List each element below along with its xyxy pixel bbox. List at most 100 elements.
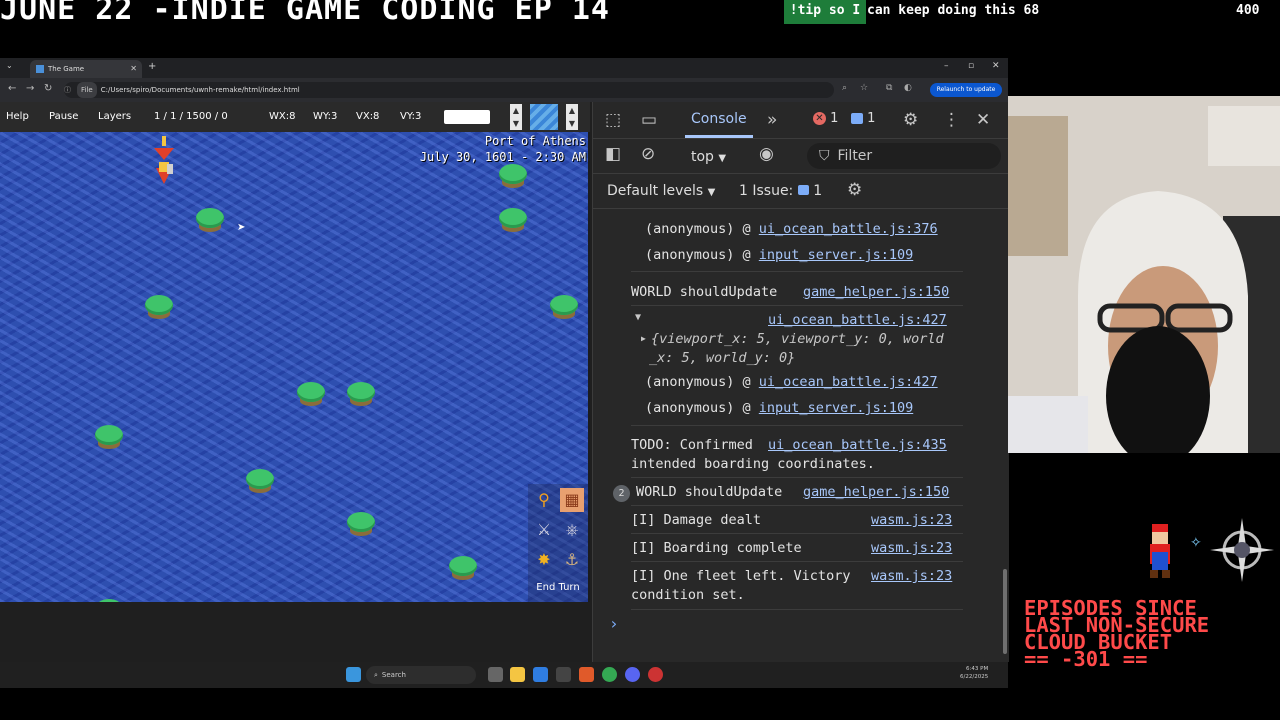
obs-icon[interactable] <box>648 667 663 682</box>
chevron-down-icon: ▼ <box>707 187 716 198</box>
episodes-counter: EPISODES SINCE LAST NON-SECURE CLOUD BUC… <box>1024 598 1280 670</box>
bookmark-star-icon[interactable]: ☆ <box>860 83 868 93</box>
island-icon[interactable] <box>499 164 528 190</box>
sidebar-toggle-icon[interactable]: ◧ <box>605 144 621 164</box>
island-icon[interactable] <box>347 381 376 408</box>
world-y-readout: WY:3 <box>313 111 338 122</box>
island-icon[interactable] <box>246 468 275 495</box>
log-message: [I] Damage dealt <box>631 512 762 528</box>
ocean-map[interactable]: Port of Athens July 30, 1601 - 2:30 AM ➤… <box>0 132 588 602</box>
mouse-cursor-icon: ➤ <box>237 222 246 233</box>
island-icon[interactable] <box>549 294 578 321</box>
close-devtools-icon[interactable]: ✕ <box>976 110 990 130</box>
terminal-icon[interactable] <box>556 667 571 682</box>
island-icon[interactable] <box>499 207 528 234</box>
log-object[interactable]: {viewport_x: 5, viewport_y: 0, world <box>651 331 944 347</box>
issues-link[interactable]: 1 Issue: 1 <box>739 183 822 199</box>
cannon-blast-icon[interactable]: ✸ <box>532 548 556 572</box>
layers-button[interactable]: Layers <box>98 102 131 132</box>
chrome-icon[interactable] <box>602 667 617 682</box>
close-tab-icon[interactable]: ✕ <box>130 60 137 78</box>
filter-input[interactable]: ⛉ Filter <box>807 143 1001 169</box>
app-icon[interactable] <box>579 667 594 682</box>
taskbar-clock[interactable]: 6:43 PM 6/22/2025 <box>960 665 988 681</box>
url-field[interactable]: ⓘ File C:/Users/spiro/Documents/uwnh-remak… <box>64 82 834 98</box>
map-icon[interactable]: ▦ <box>560 488 584 512</box>
console-prompt[interactable]: › <box>609 614 619 633</box>
outlook-icon[interactable] <box>533 667 548 682</box>
log-message: intended boarding coordinates. <box>631 456 875 472</box>
settings-gear-icon[interactable]: ⚙ <box>903 110 918 130</box>
minimize-icon[interactable]: – <box>944 61 949 71</box>
console-settings-gear-icon[interactable]: ⚙ <box>847 180 862 200</box>
source-link[interactable]: ui_ocean_battle.js:427 <box>768 312 947 328</box>
clear-console-icon[interactable]: ⊘ <box>641 144 655 164</box>
help-button[interactable]: Help <box>6 102 29 132</box>
taskbar-search[interactable]: ⌕ Search <box>366 666 476 684</box>
log-divider <box>631 561 963 562</box>
kebab-menu-icon[interactable]: ⋮ <box>943 110 960 130</box>
expand-triangle-icon[interactable]: ▼ <box>635 312 641 323</box>
new-tab-icon[interactable]: + <box>148 61 156 72</box>
scrollbar-thumb[interactable] <box>1003 569 1007 654</box>
maximize-icon[interactable]: ▫ <box>968 61 974 71</box>
source-link[interactable]: wasm.js:23 <box>871 512 952 528</box>
source-link[interactable]: game_helper.js:150 <box>803 484 949 500</box>
more-tabs-icon[interactable]: » <box>767 110 777 130</box>
reload-icon[interactable]: ↻ <box>44 83 52 94</box>
issue-counter[interactable]: 1 <box>851 111 875 126</box>
island-icon[interactable] <box>347 512 376 538</box>
tab-console[interactable]: Console <box>691 111 747 127</box>
player-ship-icon[interactable] <box>150 134 178 188</box>
source-link[interactable]: ui_ocean_battle.js:376 <box>759 221 938 237</box>
live-expression-eye-icon[interactable]: ◉ <box>759 144 774 164</box>
close-window-icon[interactable]: ✕ <box>992 61 1000 71</box>
island-icon[interactable] <box>145 294 174 321</box>
zoom-icon[interactable]: ⌕ <box>842 83 847 93</box>
zoom-up-icon[interactable]: ▲ <box>566 104 578 117</box>
spin-up-icon[interactable]: ▲ <box>510 104 522 117</box>
island-icon[interactable] <box>296 381 325 408</box>
back-icon[interactable]: ← <box>8 83 16 94</box>
error-counter[interactable]: ✕ 1 <box>813 111 838 126</box>
expand-object-icon[interactable]: ▶ <box>641 334 646 343</box>
pause-button[interactable]: Pause <box>49 102 78 132</box>
context-select[interactable]: top ▼ <box>691 149 726 165</box>
console-toolbar: ◧ ⊘ top ▼ ◉ ⛉ Filter <box>593 139 1009 174</box>
tab-menu-icon[interactable]: ⌄ <box>6 61 13 70</box>
task-view-icon[interactable] <box>488 667 503 682</box>
tab-the-game[interactable]: The Game ✕ <box>30 60 142 78</box>
inspect-element-icon[interactable]: ⬚ <box>605 110 621 130</box>
source-link[interactable]: input_server.js:109 <box>759 400 913 416</box>
island-icon[interactable] <box>195 207 224 234</box>
island-icon[interactable] <box>94 425 123 451</box>
source-link[interactable]: wasm.js:23 <box>871 540 952 556</box>
source-link[interactable]: ui_ocean_battle.js:435 <box>768 437 947 453</box>
minimap[interactable] <box>530 104 558 130</box>
default-levels-select[interactable]: Default levels ▼ <box>607 183 715 199</box>
source-link[interactable]: input_server.js:109 <box>759 247 913 263</box>
source-link[interactable]: ui_ocean_battle.js:427 <box>759 374 938 390</box>
start-icon[interactable] <box>346 667 361 682</box>
spyglass-icon[interactable]: ⚲ <box>532 488 556 512</box>
zoom-down-icon[interactable]: ▼ <box>566 117 578 130</box>
name-input[interactable] <box>444 110 490 124</box>
spin-down-icon[interactable]: ▼ <box>510 117 522 130</box>
log-stack-frame: (anonymous) @ input_server.js:109 <box>645 247 914 263</box>
discord-icon[interactable] <box>625 667 640 682</box>
forward-icon[interactable]: → <box>26 83 34 94</box>
end-turn-button[interactable]: End Turn <box>528 582 588 593</box>
extensions-icon[interactable]: ⧉ <box>886 83 892 93</box>
sword-icon[interactable]: ⚔ <box>532 518 556 542</box>
relaunch-button[interactable]: Relaunch to update <box>930 83 1002 97</box>
crew-icon[interactable]: ⚓ <box>560 548 584 572</box>
island-icon[interactable] <box>448 555 477 582</box>
file-explorer-icon[interactable] <box>510 667 525 682</box>
sync-icon[interactable]: ◐ <box>904 83 912 93</box>
island-icon[interactable] <box>94 599 123 602</box>
game-viewport: Help Pause Layers 1 / 1 / 1500 / 0 WX:8 … <box>0 102 590 602</box>
device-toolbar-icon[interactable]: ▭ <box>641 110 657 130</box>
source-link[interactable]: wasm.js:23 <box>871 568 952 584</box>
ship-wheel-icon[interactable]: ⎈ <box>560 518 584 542</box>
source-link[interactable]: game_helper.js:150 <box>803 284 949 300</box>
